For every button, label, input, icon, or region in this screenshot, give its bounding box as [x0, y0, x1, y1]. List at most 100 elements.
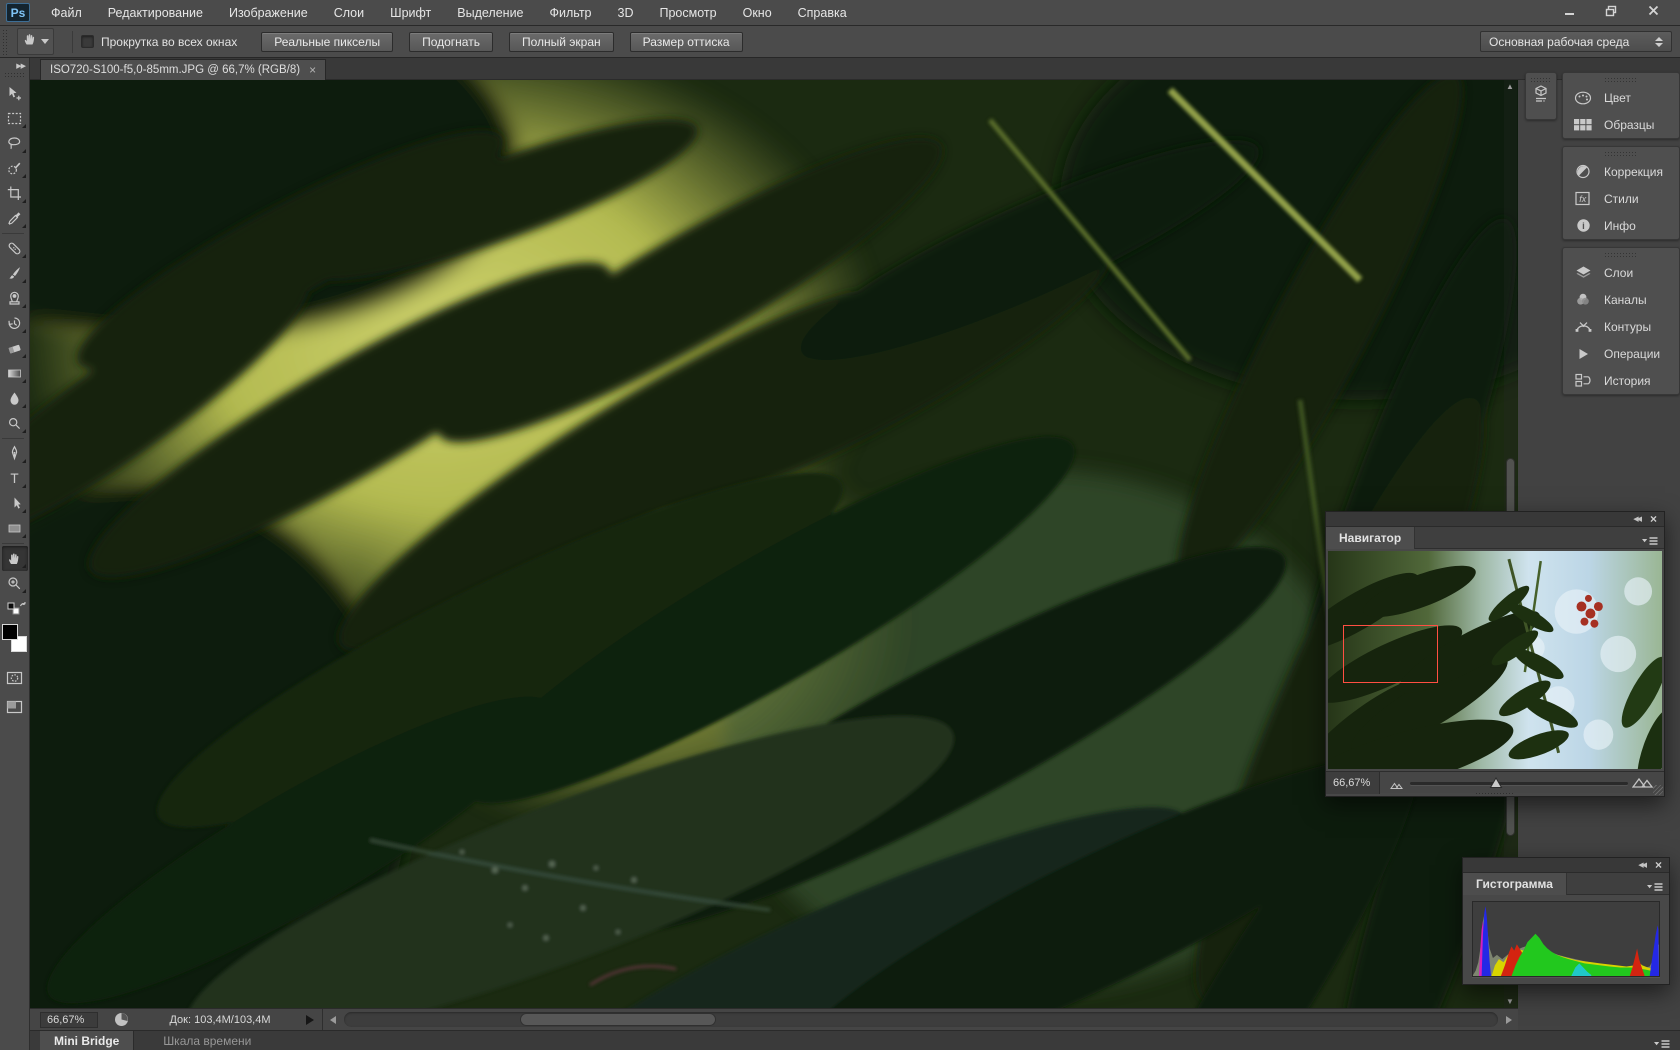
scroll-all-windows-checkbox[interactable] [81, 35, 94, 48]
menu-item-слои[interactable]: Слои [321, 0, 377, 26]
foreground-background-colors[interactable] [1, 623, 29, 659]
dock-group-1: Цвет Образцы [1562, 72, 1680, 139]
panel-button-стили[interactable]: fx Стили [1563, 185, 1679, 212]
tool-move[interactable] [2, 81, 28, 106]
zoom-slider-track[interactable] [1410, 781, 1628, 785]
collapse-icon[interactable]: ◀◀ [1638, 861, 1647, 869]
tool-gradient[interactable] [2, 361, 28, 386]
tool-dodge[interactable] [2, 411, 28, 436]
dock-grip[interactable] [1530, 77, 1552, 82]
tool-zoom[interactable] [2, 571, 28, 596]
bottom-tab-mini-bridge[interactable]: Mini Bridge [40, 1031, 135, 1050]
close-icon[interactable] [1640, 2, 1666, 19]
panel-button-каналы[interactable]: Каналы [1563, 286, 1679, 313]
restore-icon[interactable] [1598, 2, 1624, 19]
zoom-in-mountains-icon[interactable] [1631, 774, 1654, 794]
menu-item-фильтр[interactable]: Фильтр [537, 0, 605, 26]
tool-lasso[interactable] [2, 131, 28, 156]
view-button-2[interactable]: Подогнать [409, 31, 493, 52]
toolbar-grip[interactable] [3, 72, 26, 77]
minimize-icon[interactable] [1556, 2, 1582, 19]
menu-item-шрифт[interactable]: Шрифт [377, 0, 444, 26]
panel-button-label: Цвет [1604, 90, 1631, 105]
document-tab[interactable]: ISO720-S100-f5,0-85mm.JPG @ 66,7% (RGB/8… [40, 59, 327, 80]
quick-mask-icon[interactable] [2, 665, 28, 690]
panel-button-слои[interactable]: Слои [1563, 259, 1679, 286]
tool-quick-selection[interactable] [2, 156, 28, 181]
dock-grip[interactable] [1604, 77, 1638, 82]
panel-button-образцы[interactable]: Образцы [1563, 111, 1679, 138]
tool-brush[interactable] [2, 261, 28, 286]
status-zoom-input[interactable]: 66,67% [40, 1012, 98, 1028]
options-grip[interactable] [2, 28, 9, 55]
scroll-right-icon[interactable] [1506, 1016, 1512, 1024]
tool-crop[interactable] [2, 181, 28, 206]
panel-menu-icon[interactable] [1653, 1036, 1670, 1050]
panel-resize-grip[interactable] [1475, 792, 1515, 796]
navigator-header[interactable]: ◀◀ × [1326, 512, 1664, 527]
tool-clone-stamp[interactable] [2, 286, 28, 311]
panel-menu-icon[interactable] [1646, 879, 1663, 897]
tool-eyedropper[interactable] [2, 206, 28, 231]
view-button-1[interactable]: Реальные пикселы [261, 31, 394, 52]
menu-item-выделение[interactable]: Выделение [444, 0, 536, 26]
bottom-tab-шкала-времени[interactable]: Шкала времени [149, 1031, 265, 1050]
navigator-thumbnail[interactable] [1328, 551, 1662, 769]
tool-spot-healing-brush[interactable] [2, 236, 28, 261]
menu-item-справка[interactable]: Справка [785, 0, 860, 26]
menu-item-3d[interactable]: 3D [605, 0, 647, 26]
panel-button-инфо[interactable]: i Инфо [1563, 212, 1679, 239]
document-canvas[interactable] [30, 80, 1518, 1008]
tool-blur[interactable] [2, 386, 28, 411]
panel-button-операции[interactable]: Операции [1563, 340, 1679, 367]
tool-rectangular-marquee[interactable] [2, 106, 28, 131]
view-button-3[interactable]: Полный экран [508, 31, 614, 52]
3d-properties-icon[interactable] [1532, 84, 1550, 113]
panel-menu-icon[interactable] [1641, 533, 1658, 551]
panel-button-история[interactable]: История [1563, 367, 1679, 394]
zoom-out-mountains-icon[interactable] [1390, 777, 1405, 795]
tool-pen[interactable] [2, 441, 28, 466]
menu-item-файл[interactable]: Файл [38, 0, 95, 26]
navigator-zoom-input[interactable]: 66,67% [1326, 771, 1380, 794]
scroll-down-icon[interactable]: ▼ [1506, 997, 1514, 1006]
panel-button-коррекция[interactable]: Коррекция [1563, 158, 1679, 185]
horizontal-scrollbar[interactable] [344, 1012, 1498, 1027]
scroll-left-icon[interactable] [330, 1016, 336, 1024]
tool-path-selection[interactable] [2, 491, 28, 516]
histogram-header[interactable]: ◀◀ × [1463, 858, 1669, 873]
menu-item-просмотр[interactable]: Просмотр [647, 0, 730, 26]
dock-grip[interactable] [1604, 151, 1638, 156]
expand-toolbar-icon[interactable]: ▶▶ [16, 62, 26, 70]
foreground-color-swatch[interactable] [1, 624, 18, 640]
dock-grip[interactable] [1604, 252, 1638, 257]
screen-mode-icon[interactable] [2, 694, 28, 719]
collapse-icon[interactable]: ◀◀ [1633, 515, 1642, 523]
active-tool-preset[interactable] [17, 28, 54, 55]
tool-hand[interactable] [1, 546, 28, 571]
menu-item-изображение[interactable]: Изображение [216, 0, 321, 26]
menu-item-окно[interactable]: Окно [730, 0, 785, 26]
tool-eraser[interactable] [2, 336, 28, 361]
close-icon[interactable]: × [1655, 859, 1662, 871]
document-close-icon[interactable]: × [309, 64, 316, 76]
histogram-tab[interactable]: Гистограмма [1463, 873, 1567, 895]
navigator-zoom-slider[interactable] [1386, 772, 1658, 794]
tool-shape[interactable] [2, 516, 28, 541]
workspace-selector[interactable]: Основная рабочая среда [1480, 31, 1672, 52]
panel-corner-grip[interactable] [1653, 785, 1663, 795]
swap-colors-icon[interactable] [2, 596, 28, 621]
view-button-4[interactable]: Размер оттиска [629, 31, 743, 52]
zoom-slider-thumb[interactable] [1489, 776, 1503, 794]
menu-item-редактирование[interactable]: Редактирование [95, 0, 216, 26]
scroll-up-icon[interactable]: ▲ [1506, 82, 1514, 91]
horizontal-scrollbar-thumb[interactable] [520, 1013, 716, 1026]
navigator-tab[interactable]: Навигатор [1326, 527, 1416, 549]
close-icon[interactable]: × [1650, 513, 1657, 525]
panel-button-цвет[interactable]: Цвет [1563, 84, 1679, 111]
tool-type[interactable]: T [2, 466, 28, 491]
navigator-view-rectangle[interactable] [1343, 625, 1438, 683]
tool-history-brush[interactable] [2, 311, 28, 336]
status-flyout-arrow-icon[interactable] [306, 1015, 314, 1025]
panel-button-контуры[interactable]: Контуры [1563, 313, 1679, 340]
